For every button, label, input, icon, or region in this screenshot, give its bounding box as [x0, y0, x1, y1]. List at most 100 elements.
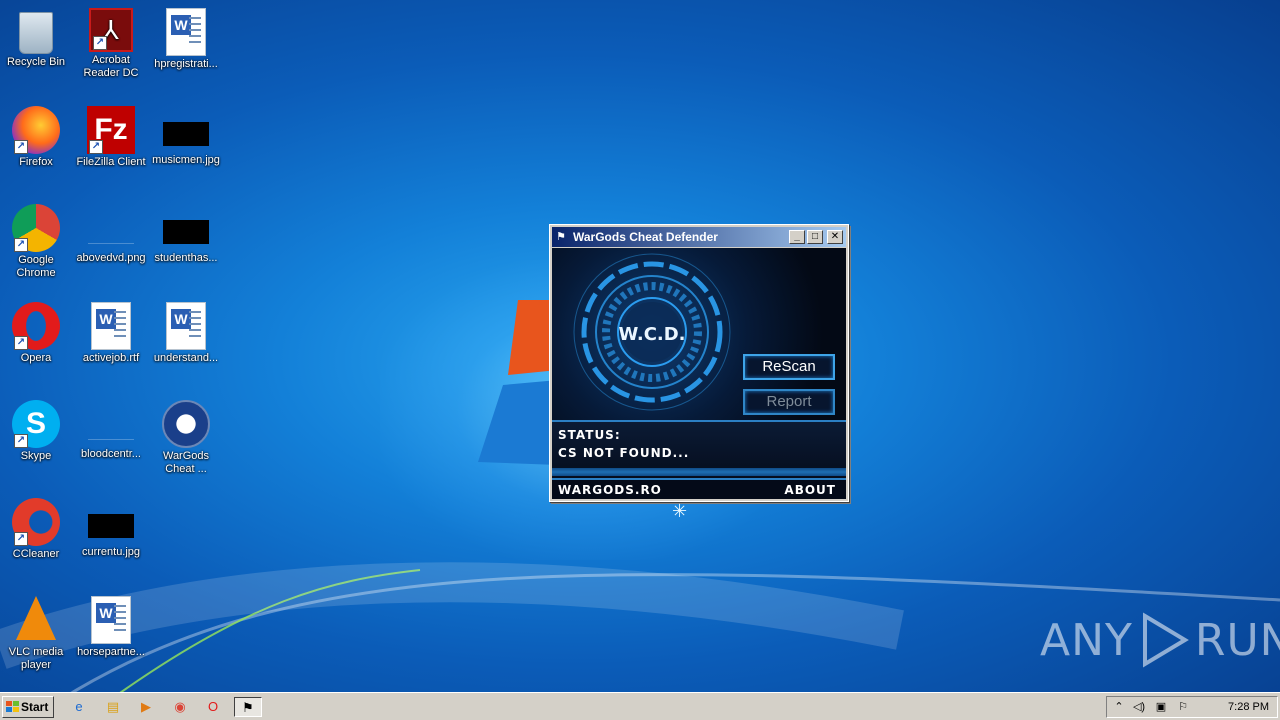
desktop-icon-label: Opera — [20, 352, 52, 364]
watermark-left-text: ANY — [1040, 614, 1133, 666]
app-body: W.C.D. ReScan Report STATUS: CS NOT FOUN… — [552, 248, 846, 499]
image-file-icon — [88, 220, 134, 244]
about-link[interactable]: ABOUT — [784, 483, 836, 497]
desktop-icon-bloodcentr[interactable]: bloodcentr... — [73, 400, 149, 461]
taskbar-clock[interactable]: 7:28 PM — [1228, 701, 1269, 713]
shortcut-arrow-icon: ↗ — [14, 140, 28, 154]
desktop-icon-label: hpregistrati... — [154, 58, 218, 70]
desktop-icon-label: Google Chrome — [16, 254, 56, 279]
windows-logo-flag — [478, 300, 558, 465]
system-tray: ⌃ ◁) ▣ ⚐ 7:28 PM — [1106, 696, 1278, 718]
image-file-icon — [88, 416, 134, 440]
desktop-icon-label: horsepartne... — [77, 646, 145, 658]
filezilla-icon: Fz ↗ — [87, 106, 135, 154]
desktop-icon-musicmen[interactable]: musicmen.jpg — [148, 106, 224, 167]
chrome-taskbar-icon[interactable]: ◉ — [169, 697, 191, 717]
desktop-icon-skype[interactable]: S ↗ Skype — [0, 400, 74, 463]
hero-banner: W.C.D. ReScan Report — [552, 248, 846, 420]
firefox-icon: ↗ — [12, 106, 60, 154]
window-title: WarGods Cheat Defender — [573, 230, 718, 244]
status-label: STATUS: — [558, 428, 621, 442]
skype-icon: S ↗ — [12, 400, 60, 448]
desktop-icon-label: understand... — [153, 352, 219, 364]
report-button[interactable]: Report — [743, 389, 835, 415]
wargods-site-link[interactable]: WARGODS.RO — [558, 483, 662, 497]
maximize-button[interactable]: □ — [807, 230, 823, 244]
recycle-bin-icon — [19, 12, 53, 54]
desktop-icon-vlc[interactable]: VLC media player — [0, 596, 74, 672]
desktop-icon-chrome[interactable]: ↗ Google Chrome — [0, 204, 74, 280]
wargods-icon — [162, 400, 210, 448]
shortcut-arrow-icon: ↗ — [14, 434, 28, 448]
status-divider — [552, 468, 846, 476]
desktop-icon-opera[interactable]: ↗ Opera — [0, 302, 74, 365]
desktop-icon-wargods[interactable]: WarGods Cheat ... — [148, 400, 224, 476]
wargods-taskbar-icon[interactable]: ⚑ — [234, 697, 262, 717]
start-button[interactable]: Start — [2, 696, 54, 718]
windows-flag-icon — [6, 701, 19, 712]
volume-icon[interactable]: ◁) — [1131, 700, 1147, 714]
word-document-icon: W — [166, 8, 206, 56]
desktop-icon-label: musicmen.jpg — [152, 154, 220, 166]
desktop-icon-understand[interactable]: W understand... — [148, 302, 224, 365]
network-icon[interactable]: ▣ — [1153, 700, 1169, 714]
desktop-icon-currentu[interactable]: currentu.jpg — [73, 498, 149, 559]
anyrun-watermark: ANY RUN — [1040, 612, 1280, 668]
desktop-icon-studenthas[interactable]: studenthas... — [148, 204, 224, 265]
ie-taskbar-icon[interactable]: e — [68, 697, 90, 717]
image-file-icon — [163, 122, 209, 146]
action-center-flag-icon[interactable]: ⚐ — [1175, 700, 1191, 714]
desktop-icon-label: bloodcentr... — [81, 448, 141, 460]
opera-icon: ↗ — [12, 302, 60, 350]
desktop-icon-label: VLC media player — [8, 646, 64, 671]
desktop-icon-label: CCleaner — [12, 548, 60, 560]
explorer-taskbar-icon[interactable]: ▤ — [102, 697, 124, 717]
desktop-icon-abovedvd[interactable]: abovedvd.png — [73, 204, 149, 265]
desktop-icon-horsepartne[interactable]: W horsepartne... — [73, 596, 149, 659]
desktop-icon-label: Acrobat Reader DC — [83, 54, 139, 79]
app-icon: ⚑ — [556, 231, 566, 243]
taskbar: Start e ▤ ▶ ◉ O ⚑ ⌃ ◁) ▣ ⚐ 7:28 PM — [0, 692, 1280, 720]
desktop-icon-label: Skype — [20, 450, 52, 462]
desktop-icon-activejob[interactable]: W activejob.rtf — [73, 302, 149, 365]
desktop-icon-recycle-bin[interactable]: Recycle Bin — [0, 8, 74, 69]
opera-taskbar-icon[interactable]: O — [202, 697, 224, 717]
desktop-icon-ccleaner[interactable]: ↗ CCleaner — [0, 498, 74, 561]
close-button[interactable]: ✕ — [827, 230, 843, 244]
image-file-icon — [163, 220, 209, 244]
desktop-icon-label: activejob.rtf — [82, 352, 140, 364]
show-hidden-icons-icon[interactable]: ⌃ — [1111, 700, 1127, 714]
shortcut-arrow-icon: ↗ — [89, 140, 103, 154]
shortcut-arrow-icon: ↗ — [14, 532, 28, 546]
desktop-icon-label: abovedvd.png — [76, 252, 146, 264]
shortcut-arrow-icon: ↗ — [14, 336, 28, 350]
rescan-button[interactable]: ReScan — [743, 354, 835, 380]
word-document-icon: W — [91, 596, 131, 644]
window-footer: WARGODS.RO ABOUT — [552, 478, 846, 499]
start-label: Start — [21, 700, 49, 714]
desktop-icon-label: FileZilla Client — [76, 156, 146, 168]
chrome-icon: ↗ — [12, 204, 60, 252]
window-titlebar[interactable]: ⚑ WarGods Cheat Defender _ □ ✕ — [552, 227, 846, 247]
minimize-button[interactable]: _ — [789, 230, 805, 244]
shortcut-arrow-icon: ↗ — [14, 238, 28, 252]
media-player-taskbar-icon[interactable]: ▶ — [135, 697, 157, 717]
watermark-right-text: RUN — [1194, 614, 1280, 666]
desktop-icon-label: studenthas... — [154, 252, 218, 264]
ccleaner-icon: ↗ — [12, 498, 60, 546]
wcd-logo-text: W.C.D. — [618, 324, 685, 345]
desktop-icon-label: currentu.jpg — [81, 546, 141, 558]
desktop-icon-filezilla[interactable]: Fz ↗ FileZilla Client — [73, 106, 149, 169]
desktop-icon-hpregistrati[interactable]: W hpregistrati... — [148, 8, 224, 71]
shortcut-arrow-icon: ↗ — [93, 36, 107, 50]
vlc-icon — [16, 596, 56, 640]
wargods-window[interactable]: ⚑ WarGods Cheat Defender _ □ ✕ W.C.D. Re… — [549, 224, 849, 502]
desktop-icon-firefox[interactable]: ↗ Firefox — [0, 106, 74, 169]
status-value: CS NOT FOUND... — [558, 446, 690, 460]
image-file-icon — [88, 514, 134, 538]
word-document-icon: W — [91, 302, 131, 350]
desktop-icon-label: Firefox — [19, 156, 53, 168]
desktop-icon-acrobat[interactable]: ⅄ ↗ Acrobat Reader DC — [73, 8, 149, 80]
acrobat-reader-icon: ⅄ ↗ — [89, 8, 133, 52]
play-triangle-icon — [1142, 612, 1189, 668]
